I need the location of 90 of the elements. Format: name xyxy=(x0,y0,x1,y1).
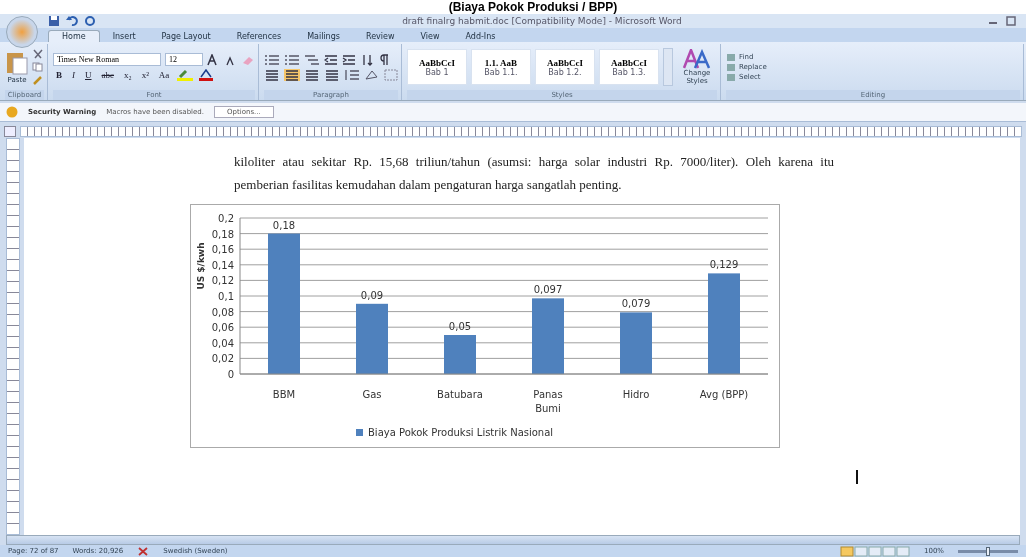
style-sample: AaBbCcI xyxy=(611,57,647,68)
horizontal-ruler[interactable] xyxy=(20,126,1022,137)
ribbon-tab[interactable]: View xyxy=(407,31,453,42)
y-tick-label: 0,16 xyxy=(211,244,234,256)
ribbon-tab[interactable]: Review xyxy=(352,31,408,42)
style-name: Bab 1.3. xyxy=(612,67,646,77)
bullets-icon[interactable] xyxy=(264,53,280,66)
pilcrow-icon[interactable] xyxy=(378,53,390,66)
y-tick-label: 0,2 xyxy=(218,213,234,224)
style-sample: AaBbCcI xyxy=(547,57,583,68)
paragraph: kiloliter atau sekitar Rp. 15,68 triliun/tahun (asumsi: harga solar industri Rp. 7000/liter). Oleh karena itu pemberian fasilitas kemudahan dalam pengaturan harga sangatlah penting. xyxy=(234,153,834,194)
align-icon[interactable] xyxy=(304,68,320,81)
style-sample: AaBbCcI xyxy=(419,57,455,68)
style-card[interactable]: AaBbCcI Bab 1 xyxy=(407,49,467,85)
numbering-icon[interactable] xyxy=(284,53,300,66)
format-button[interactable]: abe xyxy=(98,70,117,80)
format-button[interactable]: I xyxy=(69,70,78,80)
y-tick-label: 0,02 xyxy=(211,353,234,365)
style-name: Bab 1.2. xyxy=(548,67,582,77)
ribbon-tab[interactable]: Page Layout xyxy=(148,31,224,42)
bar xyxy=(356,303,388,374)
sort-icon[interactable] xyxy=(360,53,374,66)
font-color-icon[interactable] xyxy=(198,69,215,81)
font-size-field[interactable]: 12 xyxy=(165,53,203,66)
y-tick-label: 0,08 xyxy=(211,306,234,318)
scissors-icon[interactable] xyxy=(32,49,44,59)
category-label: Panas Bumi xyxy=(533,389,563,414)
style-sample: 1.1. AaB xyxy=(484,57,518,68)
ruler-toggle[interactable] xyxy=(4,126,16,137)
y-axis-label: US $/kwh xyxy=(196,242,206,290)
style-name: Bab 1.1. xyxy=(484,67,518,77)
category-label: Batubara xyxy=(437,389,483,400)
format-button[interactable]: Aa xyxy=(155,70,173,80)
y-tick-label: 0,1 xyxy=(218,291,234,302)
zoom-slider-thumb[interactable] xyxy=(986,546,990,556)
y-tick-label: 0,06 xyxy=(211,322,234,334)
decrease-indent-icon[interactable] xyxy=(324,53,338,66)
style-card[interactable]: 1.1. AaB Bab 1.1. xyxy=(471,49,531,85)
y-tick-label: 0 xyxy=(227,369,234,380)
y-tick-label: 0,04 xyxy=(211,337,234,349)
maximize-icon[interactable] xyxy=(1006,16,1016,26)
ribbon-tab[interactable]: Home xyxy=(48,30,100,42)
increase-indent-icon[interactable] xyxy=(342,53,356,66)
value-label: 0,05 xyxy=(448,321,472,332)
style-card[interactable]: AaBbCcI Bab 1.2. xyxy=(535,49,595,85)
bar xyxy=(620,312,652,374)
ribbon-tab[interactable]: Mailings xyxy=(294,31,353,42)
multilevel-list-icon[interactable] xyxy=(304,53,320,66)
vertical-ruler[interactable] xyxy=(6,138,20,535)
highlighter-icon[interactable] xyxy=(176,69,195,81)
ribbon-tab[interactable]: Add-Ins xyxy=(452,31,509,42)
format-button[interactable]: B xyxy=(53,70,65,80)
save-icon[interactable] xyxy=(48,15,60,27)
change-styles-icon xyxy=(683,49,711,69)
styles-scrollbar[interactable] xyxy=(663,48,673,86)
value-label: 0,097 xyxy=(533,284,563,296)
align-icon[interactable] xyxy=(264,68,280,81)
caption-text: (Biaya Pokok Produksi / BPP) xyxy=(447,0,619,14)
shading-icon[interactable] xyxy=(364,68,380,81)
category-label: Avg (BPP) xyxy=(699,389,749,400)
format-button[interactable]: U xyxy=(82,70,95,80)
category-label: Hidro xyxy=(622,389,650,400)
warning-icon xyxy=(6,106,18,118)
ribbon-tab[interactable]: References xyxy=(223,31,295,42)
value-label: 0,18 xyxy=(272,219,296,231)
y-tick-label: 0,12 xyxy=(211,275,234,287)
text-cursor xyxy=(856,470,858,484)
value-label: 0,09 xyxy=(360,289,384,301)
legend-swatch xyxy=(356,429,363,436)
value-label: 0,079 xyxy=(621,298,651,310)
window-title: draft finalrg habmit.doc [Compatibility Mode] - Microsoft Word xyxy=(401,16,683,26)
bar xyxy=(444,335,476,374)
value-label: 0,129 xyxy=(709,259,739,271)
category-label: BBM xyxy=(272,389,296,400)
y-tick-label: 0,18 xyxy=(211,228,234,240)
legend-label: Biaya Pokok Produksi Listrik Nasional xyxy=(368,427,554,438)
align-icon[interactable] xyxy=(284,68,300,81)
format-button[interactable]: x₂ xyxy=(121,70,135,80)
ribbon-tab[interactable]: Insert xyxy=(99,31,149,42)
copy-icon[interactable] xyxy=(32,62,44,72)
undo-icon[interactable] xyxy=(66,15,78,27)
category-label: Gas xyxy=(362,389,382,400)
align-icon[interactable] xyxy=(324,68,340,81)
style-card[interactable]: AaBbCcI Bab 1.3. xyxy=(599,49,659,85)
proofing-icon[interactable] xyxy=(137,545,150,557)
y-tick-label: 0,14 xyxy=(211,259,234,271)
format-button[interactable]: x² xyxy=(138,70,152,80)
horizontal-scrollbar[interactable] xyxy=(6,535,1020,545)
font-name-field[interactable]: Times New Roman xyxy=(53,53,161,66)
style-name: Bab 1 xyxy=(425,67,449,77)
